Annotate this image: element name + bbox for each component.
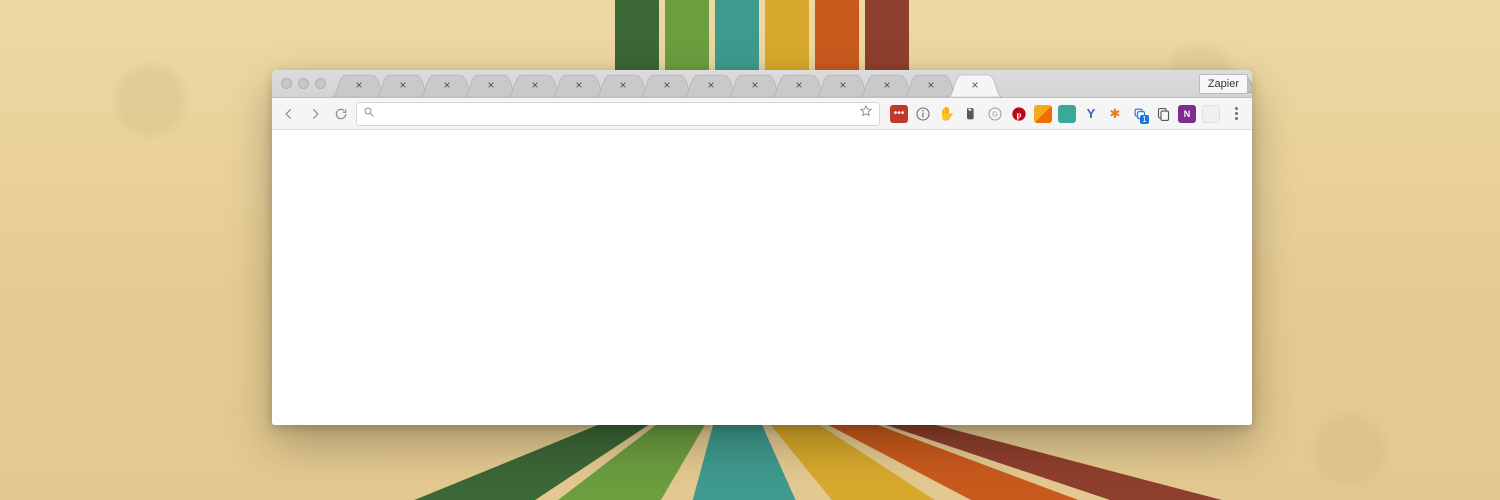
arrow-right-icon [308, 107, 322, 121]
close-tab-icon[interactable]: × [355, 79, 362, 91]
extension-tooltip: Zapier [1199, 74, 1248, 94]
onenote-icon[interactable]: N [1178, 105, 1196, 123]
tabs-container: × × × × × × × × × × × × × × × [332, 70, 1222, 97]
teal-app-icon[interactable] [1058, 105, 1076, 123]
close-tab-icon[interactable]: × [795, 79, 802, 91]
browser-window: × × × × × × × × × × × × × × × Zapier [272, 70, 1252, 425]
close-tab-icon[interactable]: × [399, 79, 406, 91]
hand-icon[interactable]: ✋ [938, 105, 956, 123]
reload-icon [334, 107, 348, 121]
close-tab-icon[interactable]: × [707, 79, 714, 91]
grammarly-icon[interactable]: G [986, 105, 1004, 123]
close-tab-icon[interactable]: × [443, 79, 450, 91]
forward-button[interactable] [304, 103, 326, 125]
url-input[interactable] [381, 107, 853, 121]
close-tab-icon[interactable]: × [663, 79, 670, 91]
extensions-tray: ••• ✋ G p Y ✱ [884, 105, 1220, 123]
clipboard-icon[interactable] [1154, 105, 1172, 123]
close-tab-icon[interactable]: × [883, 79, 890, 91]
arrow-left-icon [282, 107, 296, 121]
tab-strip: × × × × × × × × × × × × × × × Zapier [272, 70, 1252, 98]
reload-button[interactable] [330, 103, 352, 125]
wallpaper-stripe [865, 0, 909, 80]
duplicate-tab-icon[interactable] [1130, 105, 1148, 123]
evernote-icon[interactable] [962, 105, 980, 123]
close-tab-icon[interactable]: × [927, 79, 934, 91]
window-maximize-button[interactable] [315, 78, 326, 89]
close-tab-icon[interactable]: × [839, 79, 846, 91]
search-icon [363, 105, 375, 123]
back-button[interactable] [278, 103, 300, 125]
wallpaper-stripe [615, 0, 659, 80]
toolbar: ••• ✋ G p Y ✱ [272, 98, 1252, 130]
svg-text:p: p [1017, 109, 1022, 119]
page-viewport [272, 130, 1252, 425]
svg-text:G: G [992, 109, 998, 118]
google-analytics-icon[interactable] [1034, 105, 1052, 123]
extension-tooltip-label: Zapier [1208, 78, 1239, 90]
wallpaper-stripe [765, 0, 809, 80]
window-minimize-button[interactable] [298, 78, 309, 89]
zapier-icon[interactable]: ✱ [1106, 105, 1124, 123]
y-icon[interactable]: Y [1082, 105, 1100, 123]
window-close-button[interactable] [281, 78, 292, 89]
close-tab-icon[interactable]: × [531, 79, 538, 91]
browser-menu-button[interactable] [1226, 104, 1246, 124]
info-icon[interactable] [914, 105, 932, 123]
close-tab-icon[interactable]: × [487, 79, 494, 91]
bookmark-star-icon[interactable] [859, 104, 873, 123]
close-tab-icon[interactable]: × [971, 79, 978, 91]
pinterest-icon[interactable]: p [1010, 105, 1028, 123]
wallpaper-stripe [815, 0, 859, 80]
window-controls [281, 78, 326, 89]
close-tab-icon[interactable]: × [575, 79, 582, 91]
wallpaper-stripe [665, 0, 709, 80]
address-bar[interactable] [356, 102, 880, 126]
blank-extension-icon[interactable] [1202, 105, 1220, 123]
lastpass-icon[interactable]: ••• [890, 105, 908, 123]
wallpaper-stripe [715, 0, 759, 80]
close-tab-icon[interactable]: × [751, 79, 758, 91]
browser-tab[interactable]: × [948, 73, 1002, 97]
close-tab-icon[interactable]: × [619, 79, 626, 91]
desktop-wallpaper: × × × × × × × × × × × × × × × Zapier [0, 0, 1500, 500]
